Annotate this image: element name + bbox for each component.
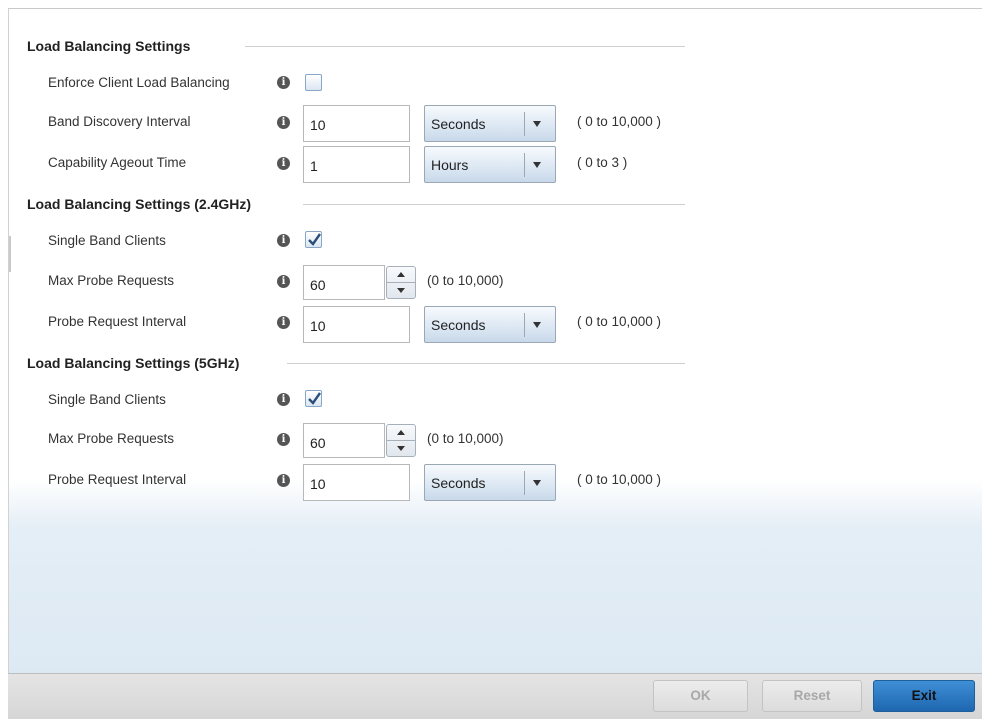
decrement-arrow-icon[interactable] xyxy=(397,446,405,451)
chevron-down-icon xyxy=(533,121,541,127)
single-band-clients-5ghz-checkbox[interactable] xyxy=(305,390,322,407)
decrement-arrow-icon[interactable] xyxy=(397,288,405,293)
capability-ageout-time-input[interactable]: 1 xyxy=(303,146,410,183)
info-icon[interactable]: i xyxy=(277,433,290,446)
band-discovery-interval-range: ( 0 to 10,000 ) xyxy=(577,114,662,129)
reset-button[interactable]: Reset xyxy=(762,680,862,712)
select-value: Hours xyxy=(431,157,469,173)
chevron-down-icon xyxy=(533,480,541,486)
probe-request-interval-5ghz-range: ( 0 to 10,000 ) xyxy=(577,472,662,487)
info-icon[interactable]: i xyxy=(277,76,290,89)
select-separator xyxy=(524,313,525,337)
section-title-2-4ghz: Load Balancing Settings (2.4GHz) xyxy=(27,196,252,212)
stepper-divider xyxy=(387,440,415,441)
stepper-divider xyxy=(387,282,415,283)
chevron-down-icon xyxy=(533,322,541,328)
chevron-down-icon xyxy=(533,162,541,168)
checkmark-icon xyxy=(308,233,321,246)
info-icon[interactable]: i xyxy=(277,116,290,129)
enforce-client-load-balancing-checkbox[interactable] xyxy=(305,74,322,91)
enforce-client-load-balancing-label: Enforce Client Load Balancing xyxy=(48,75,230,90)
exit-button[interactable]: Exit xyxy=(873,680,975,712)
increment-arrow-icon[interactable] xyxy=(397,272,405,277)
single-band-clients-2-4ghz-label: Single Band Clients xyxy=(48,233,166,248)
single-band-clients-5ghz-label: Single Band Clients xyxy=(48,392,166,407)
max-probe-requests-5ghz-stepper[interactable] xyxy=(386,424,416,457)
info-icon[interactable]: i xyxy=(277,157,290,170)
capability-ageout-time-range: ( 0 to 3 ) xyxy=(577,155,628,170)
select-separator xyxy=(524,153,525,177)
max-probe-requests-2-4ghz-stepper[interactable] xyxy=(386,266,416,299)
single-band-clients-2-4ghz-checkbox[interactable] xyxy=(305,231,322,248)
probe-request-interval-2-4ghz-unit-select[interactable]: Seconds xyxy=(424,306,556,343)
info-icon[interactable]: i xyxy=(277,234,290,247)
select-separator xyxy=(524,471,525,495)
probe-request-interval-2-4ghz-range: ( 0 to 10,000 ) xyxy=(577,314,662,329)
section-divider xyxy=(287,363,685,364)
ok-button[interactable]: OK xyxy=(653,680,748,712)
info-icon[interactable]: i xyxy=(277,474,290,487)
section-divider xyxy=(245,46,685,47)
probe-request-interval-5ghz-label: Probe Request Interval xyxy=(48,472,187,487)
band-discovery-interval-unit-select[interactable]: Seconds xyxy=(424,105,556,142)
section-divider xyxy=(303,204,685,205)
band-discovery-interval-input[interactable]: 10 xyxy=(303,105,410,142)
panel-resize-handle xyxy=(9,236,11,272)
probe-request-interval-5ghz-unit-select[interactable]: Seconds xyxy=(424,464,556,501)
max-probe-requests-2-4ghz-label: Max Probe Requests xyxy=(48,273,175,288)
capability-ageout-time-unit-select[interactable]: Hours xyxy=(424,146,556,183)
probe-request-interval-2-4ghz-label: Probe Request Interval xyxy=(48,314,187,329)
max-probe-requests-5ghz-range: (0 to 10,000) xyxy=(427,431,504,446)
select-separator xyxy=(524,112,525,136)
info-icon[interactable]: i xyxy=(277,275,290,288)
max-probe-requests-2-4ghz-range: (0 to 10,000) xyxy=(427,273,504,288)
max-probe-requests-5ghz-input[interactable]: 60 xyxy=(303,423,385,458)
increment-arrow-icon[interactable] xyxy=(397,430,405,435)
select-value: Seconds xyxy=(431,475,486,491)
checkmark-icon xyxy=(308,392,321,405)
section-title-load-balancing: Load Balancing Settings xyxy=(27,38,191,54)
max-probe-requests-5ghz-label: Max Probe Requests xyxy=(48,431,175,446)
select-value: Seconds xyxy=(431,116,486,132)
probe-request-interval-2-4ghz-input[interactable]: 10 xyxy=(303,306,410,343)
button-bar: OK Reset Exit xyxy=(8,673,982,719)
section-title-5ghz: Load Balancing Settings (5GHz) xyxy=(27,355,240,371)
select-value: Seconds xyxy=(431,317,486,333)
band-discovery-interval-label: Band Discovery Interval xyxy=(48,114,191,129)
info-icon[interactable]: i xyxy=(277,393,290,406)
capability-ageout-time-label: Capability Ageout Time xyxy=(48,155,187,170)
probe-request-interval-5ghz-input[interactable]: 10 xyxy=(303,464,410,501)
max-probe-requests-2-4ghz-input[interactable]: 60 xyxy=(303,265,385,300)
info-icon[interactable]: i xyxy=(277,316,290,329)
